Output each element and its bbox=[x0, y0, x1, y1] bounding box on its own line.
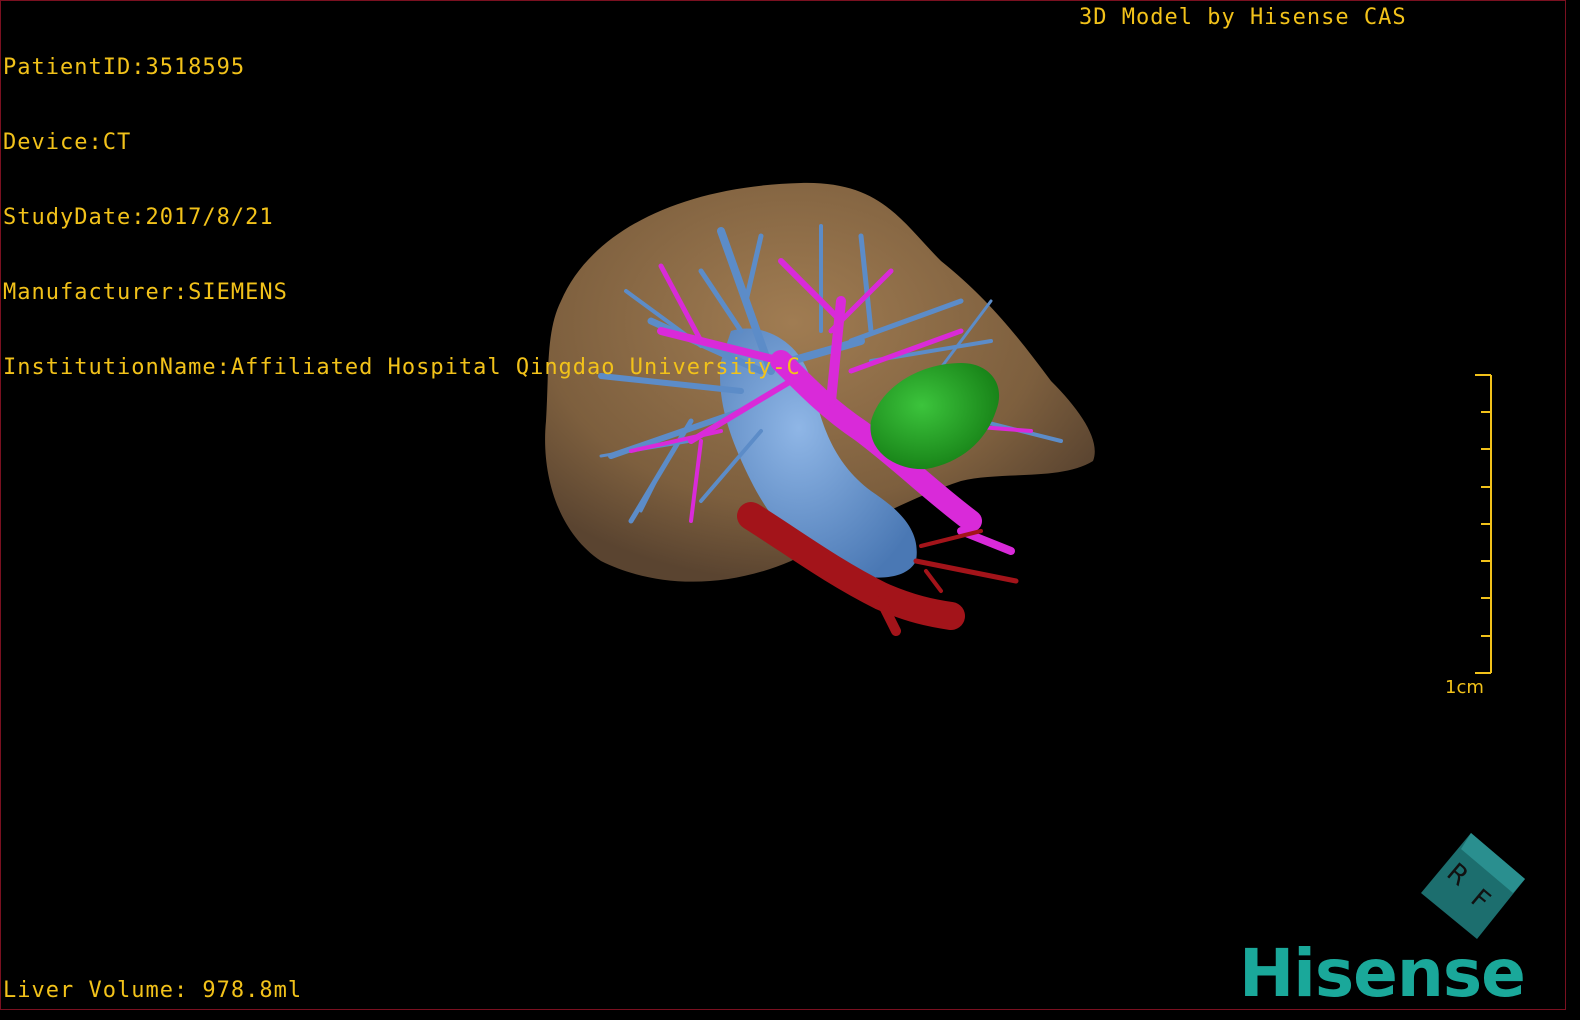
patient-id-text: PatientID:3518595 bbox=[3, 55, 246, 80]
scale-bar-label: 1cm bbox=[1445, 677, 1484, 698]
liver-volume-text: Liver Volume: 978.8ml bbox=[3, 978, 303, 1003]
orientation-cube[interactable]: R F bbox=[1413, 829, 1529, 945]
dicom-info-overlay: PatientID:3518595 Device:CT StudyDate:20… bbox=[3, 5, 801, 430]
device-text: Device:CT bbox=[3, 130, 132, 155]
institution-text: InstitutionName:Affiliated Hospital Qing… bbox=[3, 355, 801, 380]
study-date-text: StudyDate:2017/8/21 bbox=[3, 205, 274, 230]
hisense-logo: Hisense bbox=[1239, 935, 1526, 1010]
model-title: 3D Model by Hisense CAS bbox=[1079, 5, 1407, 30]
manufacturer-text: Manufacturer:SIEMENS bbox=[3, 280, 288, 305]
render-viewport[interactable]: PatientID:3518595 Device:CT StudyDate:20… bbox=[0, 0, 1566, 1010]
scale-bar bbox=[1475, 374, 1492, 674]
